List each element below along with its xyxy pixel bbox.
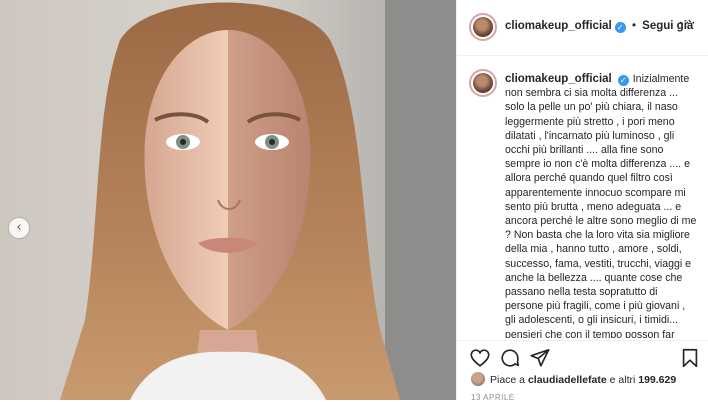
more-options-icon[interactable]: ··· — [678, 14, 697, 32]
comment-icon[interactable] — [499, 347, 521, 369]
post-sidebar: cliomakeup_official ✓ • Segui già ··· cli… — [456, 0, 708, 402]
heart-icon[interactable] — [469, 347, 491, 369]
username-link[interactable]: cliomakeup_official — [505, 20, 612, 32]
liked-by-link[interactable]: claudiadellefate — [528, 374, 607, 386]
avatar[interactable] — [469, 13, 497, 41]
post-header: cliomakeup_official ✓ • Segui già ··· — [457, 0, 708, 56]
paper-plane-icon[interactable] — [529, 347, 551, 369]
portrait-image — [0, 0, 456, 400]
caption: cliomakeup_official ✓ Inizialmente non sem… — [505, 72, 697, 338]
caption-area[interactable]: cliomakeup_official ✓ Inizialmente non sem… — [457, 56, 708, 338]
likes-suffix: e altri — [606, 374, 639, 386]
action-bar — [457, 340, 708, 373]
verified-badge-icon: ✓ — [617, 75, 629, 86]
bookmark-icon[interactable] — [679, 347, 701, 369]
liker-avatar[interactable] — [471, 372, 485, 386]
caption-avatar[interactable] — [469, 69, 497, 97]
caption-username[interactable]: cliomakeup_official — [505, 73, 612, 85]
likes-count-link[interactable]: 199.629 — [638, 374, 676, 386]
separator-dot: • — [631, 20, 636, 32]
chevron-left-icon: ‹ — [16, 219, 22, 235]
post-photo[interactable]: ‹ — [0, 0, 456, 400]
caption-text: Inizialmente non sembra ci sia molta dif… — [505, 73, 697, 338]
likes-line: Piace a claudiadellefate e altri 199.629 — [471, 372, 676, 386]
post-date[interactable]: 13 APRILE — [471, 393, 515, 402]
previous-photo-button[interactable]: ‹ — [9, 218, 29, 238]
verified-badge-icon: ✓ — [614, 22, 626, 33]
header-line: cliomakeup_official ✓ • Segui già — [505, 20, 693, 33]
likes-prefix: Piace a — [490, 374, 528, 386]
